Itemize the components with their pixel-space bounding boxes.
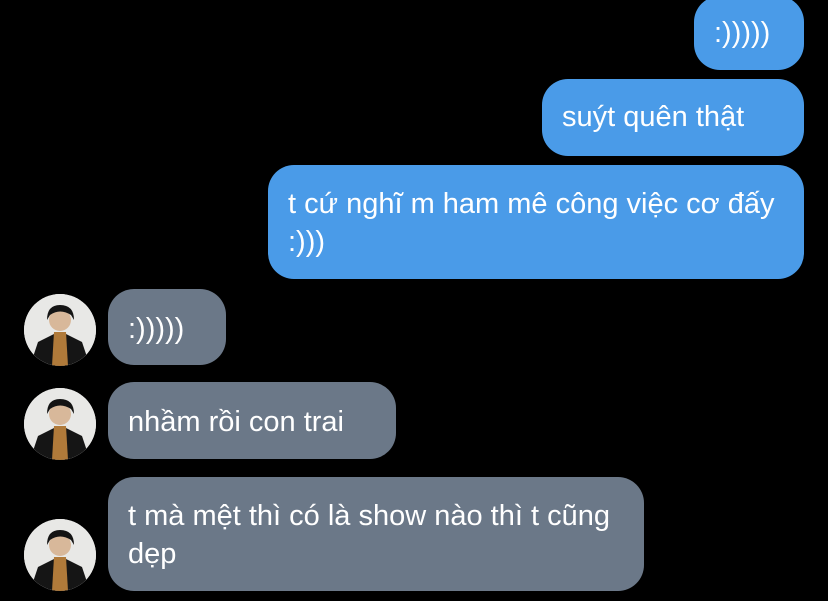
contact-avatar-icon[interactable]	[24, 294, 96, 366]
contact-avatar-icon[interactable]	[24, 519, 96, 591]
message-bubble-sent[interactable]: t cứ nghĩ m ham mê công việc cơ đấy :)))	[268, 165, 804, 279]
message-bubble-received[interactable]: :)))))	[108, 289, 226, 365]
message-bubble-received[interactable]: t mà mệt thì có là show nào thì t cũng d…	[108, 477, 644, 591]
message-bubble-sent[interactable]: suýt quên thật	[542, 79, 804, 156]
contact-avatar-icon[interactable]	[24, 388, 96, 460]
message-bubble-received[interactable]: nhầm rồi con trai	[108, 382, 396, 459]
message-bubble-sent[interactable]: :)))))	[694, 0, 804, 70]
